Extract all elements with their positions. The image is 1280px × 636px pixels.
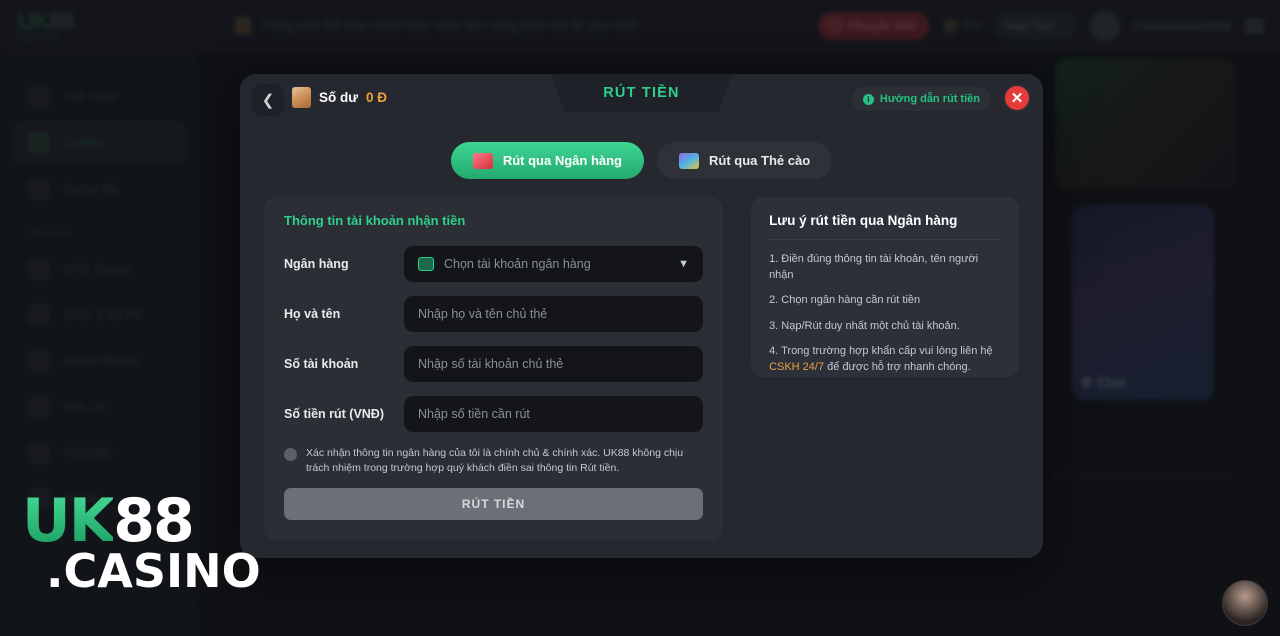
scratch-card-icon [679, 152, 700, 169]
amount-input[interactable]: Nhập số tiền cần rút [404, 396, 704, 432]
withdraw-method-tabs: Rút qua Ngân hàng Rút qua Thẻ cào [240, 142, 1043, 179]
chevron-down-icon: ▼ [678, 258, 690, 270]
form-title: Thông tin tài khoản nhận tiền [284, 213, 466, 228]
cskh-link[interactable]: CSKH 24/7 [769, 361, 824, 373]
field-label: Số tài khoản [284, 357, 359, 371]
field-row-ngan-hang: Ngân hàng Chọn tài khoản ngân hàng ▼ [284, 246, 704, 282]
guide-label: Hướng dẫn rút tiền [879, 93, 980, 105]
field-row-ho-va-ten: Họ và tên Nhập họ và tên chủ thẻ [284, 296, 704, 332]
chevron-left-icon: ❮ [261, 92, 275, 109]
tab-label: Rút qua Ngân hàng [502, 153, 623, 168]
notice-item: 2. Chọn ngân hàng cần rút tiền [769, 294, 921, 307]
agreement-row: Xác nhận thông tin ngân hàng của tôi là … [284, 446, 703, 476]
modal-header: ❮ Số dư 0 Đ RÚT TIỀN i Hướng dẫn rút tiề… [240, 74, 1043, 128]
bank-icon [418, 257, 434, 271]
field-row-so-tien-rut: Số tiền rút (VNĐ) Nhập số tiền cần rút [284, 396, 704, 432]
divider [769, 239, 1001, 240]
withdraw-notice-panel: Lưu ý rút tiền qua Ngân hàng 1. Điền đún… [751, 197, 1019, 377]
balance-section: Số dư 0 Đ [292, 87, 387, 108]
back-button[interactable]: ❮ [252, 84, 284, 116]
field-label: Ngân hàng [284, 257, 349, 271]
field-label: Họ và tên [284, 307, 341, 321]
notice-item-pre: 4. Trong trường hợp khẩn cấp vui lòng li… [769, 345, 993, 358]
wallet-icon [292, 87, 311, 108]
balance-label: Số dư [319, 90, 359, 105]
bank-book-icon [472, 152, 493, 169]
account-number-placeholder: Nhập số tài khoản chủ thẻ [418, 357, 564, 371]
close-icon: ✕ [1010, 90, 1024, 107]
close-button[interactable]: ✕ [1003, 84, 1031, 112]
field-label: Số tiền rút (VNĐ) [284, 407, 384, 421]
account-number-input[interactable]: Nhập số tài khoản chủ thẻ [404, 346, 704, 382]
page-title: RÚT TIỀN [550, 74, 733, 112]
notice-item: 3. Nạp/Rút duy nhất một chủ tài khoản. [769, 319, 960, 332]
field-row-so-tai-khoan: Số tài khoản Nhập số tài khoản chủ thẻ [284, 346, 704, 382]
fullname-placeholder: Nhập họ và tên chủ thẻ [418, 307, 548, 321]
notice-item: 1. Điền đúng thông tin tài khoản, tên ng… [769, 253, 979, 281]
withdraw-modal: ❮ Số dư 0 Đ RÚT TIỀN i Hướng dẫn rút tiề… [240, 74, 1043, 558]
agreement-text: Xác nhận thông tin ngân hàng của tôi là … [306, 447, 684, 475]
withdraw-form: Thông tin tài khoản nhận tiền Ngân hàng … [264, 197, 724, 541]
fullname-input[interactable]: Nhập họ và tên chủ thẻ [404, 296, 704, 332]
watermark-domain: .CASINO [46, 543, 261, 598]
amount-placeholder: Nhập số tiền cần rút [418, 407, 530, 421]
tab-label: Rút qua Thẻ cào [709, 153, 811, 168]
notice-title: Lưu ý rút tiền qua Ngân hàng [769, 213, 958, 228]
watermark-logo: UK88 .CASINO [22, 491, 261, 598]
notice-item-post: để được hỗ trợ nhanh chóng. [824, 361, 971, 374]
info-icon: i [862, 93, 874, 105]
withdraw-guide-button[interactable]: i Hướng dẫn rút tiền [851, 87, 991, 111]
bank-select-value: Chọn tài khoản ngân hàng [444, 257, 591, 271]
modal-body: Thông tin tài khoản nhận tiền Ngân hàng … [240, 179, 1043, 541]
submit-button[interactable]: RÚT TIỀN [284, 488, 704, 521]
notice-item-support: 4. Trong trường hợp khẩn cấp vui lòng li… [769, 344, 1001, 375]
tab-rut-qua-ngan-hang[interactable]: Rút qua Ngân hàng [450, 142, 645, 179]
bank-select[interactable]: Chọn tài khoản ngân hàng ▼ [404, 246, 704, 282]
tab-rut-qua-the-cao[interactable]: Rút qua Thẻ cào [657, 142, 833, 179]
balance-amount: 0 Đ [366, 90, 388, 105]
agreement-checkbox[interactable] [284, 448, 297, 461]
support-chat-widget[interactable] [1222, 580, 1268, 626]
